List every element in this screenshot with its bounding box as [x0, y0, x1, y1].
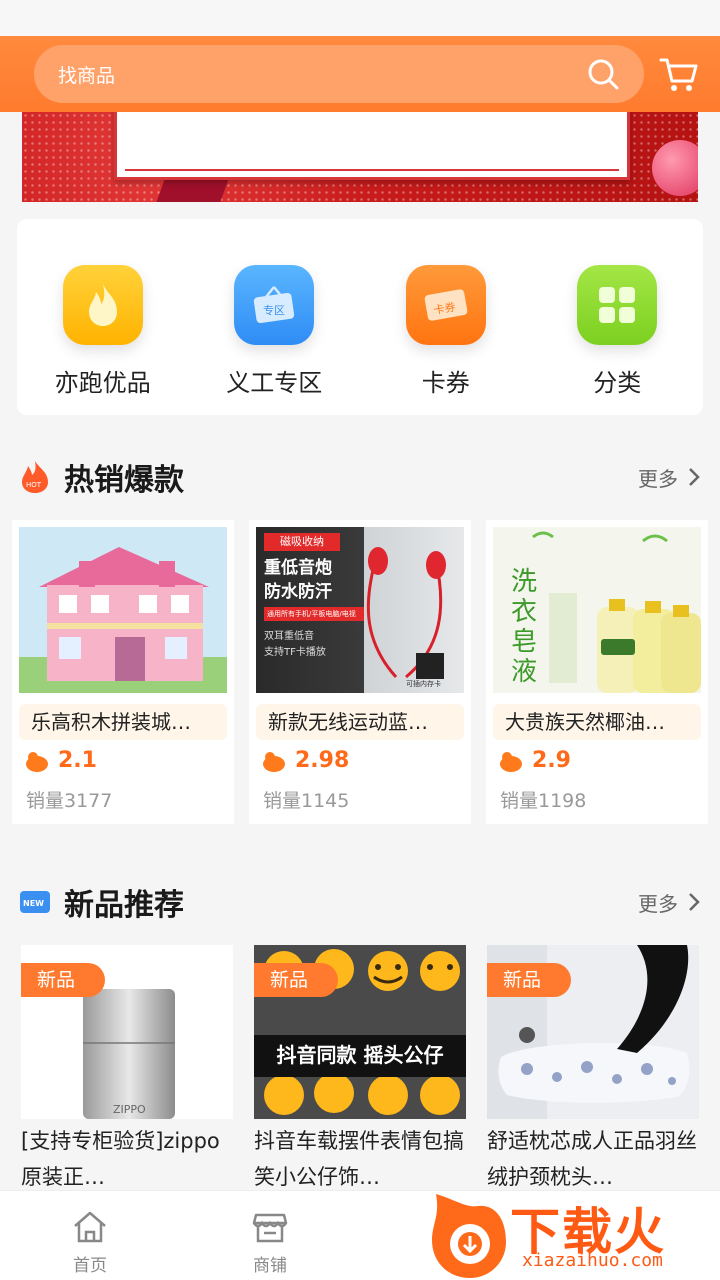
flame-icon [62, 265, 143, 345]
svg-text:专区: 专区 [263, 303, 285, 317]
new-product-card[interactable]: 新品 舒适枕芯成人正品羽丝绒护颈枕头… [487, 945, 699, 1195]
banner-paper-card [114, 112, 630, 180]
product-price: 2.1 [24, 748, 97, 773]
tab-home[interactable]: 首页 [0, 1191, 180, 1280]
new-badge: 新品 [487, 963, 571, 997]
lighter-brand-text: ZIPPO [113, 1103, 146, 1116]
product-title: [支持专柜验货]zippo原装正… [21, 1129, 220, 1189]
svg-text:NEW: NEW [23, 899, 44, 908]
hot-flame-icon: HOT [22, 461, 48, 493]
search-input[interactable]: 找商品 [34, 45, 644, 103]
chevron-right-icon[interactable] [686, 467, 702, 487]
product-price: 2.9 [498, 748, 571, 773]
section-title: 新品推荐 [64, 888, 184, 923]
search-placeholder: 找商品 [58, 64, 116, 87]
zone-tag-icon: 专区 [234, 265, 315, 345]
sales-count: 销量1198 [500, 790, 587, 812]
svg-text:HOT: HOT [26, 481, 42, 489]
search-icon[interactable] [586, 57, 620, 91]
tab-label: 首页 [73, 1256, 107, 1276]
new-product-card[interactable]: 抖音同款 摇头公仔 新品 抖音车载摆件表情包搞笑小公仔饰… [254, 945, 466, 1195]
tab-shop[interactable]: 商铺 [180, 1191, 360, 1280]
section-title: 热销爆款 [64, 463, 184, 498]
new-badge: 新品 [21, 963, 105, 997]
bottle-illustration [532, 531, 701, 693]
coin-icon [500, 751, 522, 772]
top-bar: 找商品 [0, 36, 720, 112]
tab-label: 商铺 [253, 1256, 287, 1276]
product-card[interactable]: 乐高积木拼装城… 2.1 销量3177 [12, 520, 234, 824]
new-product-card[interactable]: ZIPPO 新品 [支持专柜验货]zippo原装正… [21, 945, 233, 1195]
more-link[interactable]: 更多 [638, 463, 678, 492]
new-badge-icon: NEW [20, 891, 50, 913]
product-title: 抖音车载摆件表情包搞笑小公仔饰… [254, 1129, 464, 1189]
product-name: 大贵族天然椰油… [493, 704, 701, 740]
quick-nav-item-volunteer[interactable]: 专区 义工专区 [189, 219, 361, 415]
promo-banner[interactable] [22, 112, 698, 202]
quick-nav-label: 义工专区 [226, 369, 323, 397]
watermark-url: xiazaihuo.com [522, 1250, 663, 1271]
product-name: 乐高积木拼装城… [19, 704, 227, 740]
product-price: 2.98 [261, 748, 349, 773]
product-card[interactable]: 洗衣皂液 大贵族天然椰油… 2.9 销量1198 [486, 520, 708, 824]
product-name: 新款无线运动蓝… [256, 704, 464, 740]
chevron-right-icon[interactable] [686, 892, 702, 912]
ad-text-card: 可插内存卡 [406, 680, 441, 688]
price-value: 2.98 [295, 748, 350, 773]
sales-count: 销量1145 [263, 790, 350, 812]
flame-logo-icon [432, 1194, 506, 1278]
shop-icon [252, 1213, 288, 1243]
coin-icon [263, 751, 285, 772]
status-bar [0, 0, 720, 36]
sales-count: 销量3177 [26, 790, 113, 812]
ad-text-bobblehead: 抖音同款 摇头公仔 [276, 1043, 444, 1067]
new-badge: 新品 [254, 963, 338, 997]
product-card[interactable]: 磁吸收纳 重低音炮 防水防汗 通用所有手机/平板电脑/电视 双耳重低音 支持TF… [249, 520, 471, 824]
hot-section-header: HOT 热销爆款 更多 [18, 455, 702, 499]
quick-nav-item-coupon[interactable]: 卡券 卡券 [360, 219, 532, 415]
cart-icon[interactable] [658, 53, 700, 95]
quick-nav-label: 分类 [593, 369, 642, 397]
product-image-earphones: 磁吸收纳 重低音炮 防水防汗 通用所有手机/平板电脑/电视 双耳重低音 支持TF… [256, 527, 464, 693]
hot-product-row: 乐高积木拼装城… 2.1 销量3177 磁吸收纳 重低音炮 防水防汗 通用所有手… [12, 520, 708, 824]
price-value: 2.1 [58, 748, 97, 773]
product-image-dollhouse [19, 527, 227, 693]
product-image-detergent: 洗衣皂液 [493, 527, 701, 693]
coupon-icon: 卡券 [405, 265, 486, 345]
more-link[interactable]: 更多 [638, 888, 678, 917]
quick-nav-item-category[interactable]: 分类 [532, 219, 704, 415]
new-product-row: ZIPPO 新品 [支持专柜验货]zippo原装正… 抖音同款 摇头公仔 新品 … [21, 945, 699, 1195]
new-section-header: NEW 新品推荐 更多 [18, 880, 702, 924]
watermark-logo: 下载火 xiazaihuo.com [426, 1190, 720, 1280]
coin-icon [26, 751, 48, 772]
category-grid-icon [577, 265, 658, 345]
home-icon [74, 1211, 106, 1243]
quick-nav-item-youpin[interactable]: 亦跑优品 [17, 219, 189, 415]
earphone-illustration [366, 547, 446, 679]
quick-nav: 亦跑优品 专区 义工专区 卡券 卡券 分类 [17, 219, 703, 415]
quick-nav-label: 卡券 [421, 369, 470, 397]
price-value: 2.9 [532, 748, 571, 773]
product-title: 舒适枕芯成人正品羽丝绒护颈枕头… [487, 1129, 697, 1189]
quick-nav-label: 亦跑优品 [54, 369, 151, 397]
